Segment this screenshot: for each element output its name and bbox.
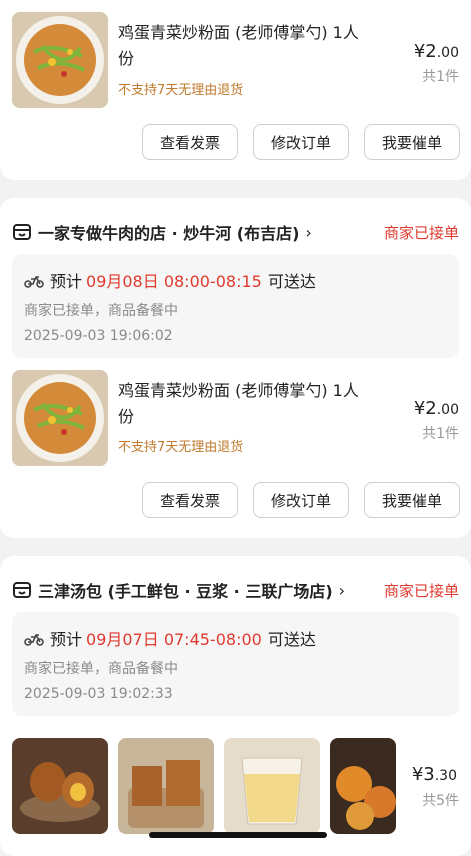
product-thumbnail-eggs[interactable] [12, 738, 108, 834]
order-total-price: ¥3.30 [409, 764, 459, 785]
store-header[interactable]: 三津汤包 (手工鲜包 · 豆浆 · 三联广场店) › 商家已接单 [12, 576, 459, 604]
item-price: ¥2.00 [413, 41, 459, 62]
modify-order-button[interactable]: 修改订单 [253, 124, 349, 160]
delivery-info: 预计 09月07日 07:45-08:00 可送达 商家已接单，商品备餐中 20… [12, 612, 459, 716]
item-count: 共1件 [422, 69, 459, 85]
no-return-note: 不支持7天无理由退货 [118, 440, 244, 455]
home-indicator [149, 832, 327, 838]
food-thumbnail[interactable] [12, 12, 108, 108]
delivery-info: 预计 09月08日 08:00-08:15 可送达 商家已接单，商品备餐中 20… [12, 254, 459, 358]
order-item-count: 共5件 [422, 793, 459, 809]
store-icon [12, 580, 32, 600]
product-thumbnail-soymilk[interactable] [224, 738, 320, 834]
order-status: 商家已接单 [383, 581, 459, 600]
product-thumbnail-cake[interactable] [118, 738, 214, 834]
view-invoice-button[interactable]: 查看发票 [142, 124, 238, 160]
order-card-1: 鸡蛋青菜炒粉面 (老师傅掌勺) 1人份 不支持7天无理由退货 ¥2.00 共1件… [0, 0, 471, 180]
food-thumbnail[interactable] [12, 370, 108, 466]
scooter-icon [24, 629, 44, 647]
item-count: 共1件 [422, 426, 459, 442]
order-timestamp: 2025-09-03 19:02:33 [24, 686, 173, 702]
item-name[interactable]: 鸡蛋青菜炒粉面 (老师傅掌勺) 1人份 [118, 20, 368, 72]
store-name[interactable]: 三津汤包 (手工鲜包 · 豆浆 · 三联广场店) [38, 578, 333, 602]
urge-order-button[interactable]: 我要催单 [364, 482, 460, 518]
sub-status: 商家已接单，商品备餐中 [24, 303, 178, 319]
store-icon [12, 222, 32, 242]
sub-status: 商家已接单，商品备餐中 [24, 661, 178, 677]
eta-line: 预计 09月08日 08:00-08:15 可送达 [24, 268, 316, 292]
chevron-right-icon: › [305, 222, 312, 242]
urge-order-button[interactable]: 我要催单 [364, 124, 460, 160]
chevron-right-icon: › [338, 580, 346, 600]
order-card-3: 三津汤包 (手工鲜包 · 豆浆 · 三联广场店) › 商家已接单 预计 09月0… [0, 556, 471, 856]
store-header[interactable]: 一家专做牛肉的店 · 炒牛河 (布吉店) › 商家已接单 [12, 218, 459, 246]
product-thumbnail-sesame-balls[interactable] [330, 738, 396, 834]
order-status: 商家已接单 [383, 223, 459, 242]
no-return-note: 不支持7天无理由退货 [118, 83, 244, 98]
view-invoice-button[interactable]: 查看发票 [142, 482, 238, 518]
item-name[interactable]: 鸡蛋青菜炒粉面 (老师傅掌勺) 1人份 [118, 378, 368, 430]
modify-order-button[interactable]: 修改订单 [253, 482, 349, 518]
eta-line: 预计 09月07日 07:45-08:00 可送达 [24, 626, 316, 650]
order-timestamp: 2025-09-03 19:06:02 [24, 328, 173, 344]
item-price: ¥2.00 [413, 398, 459, 419]
store-name[interactable]: 一家专做牛肉的店 · 炒牛河 (布吉店) [38, 220, 299, 244]
scooter-icon [24, 271, 44, 289]
order-card-2: 一家专做牛肉的店 · 炒牛河 (布吉店) › 商家已接单 预计 09月08日 0… [0, 198, 471, 538]
